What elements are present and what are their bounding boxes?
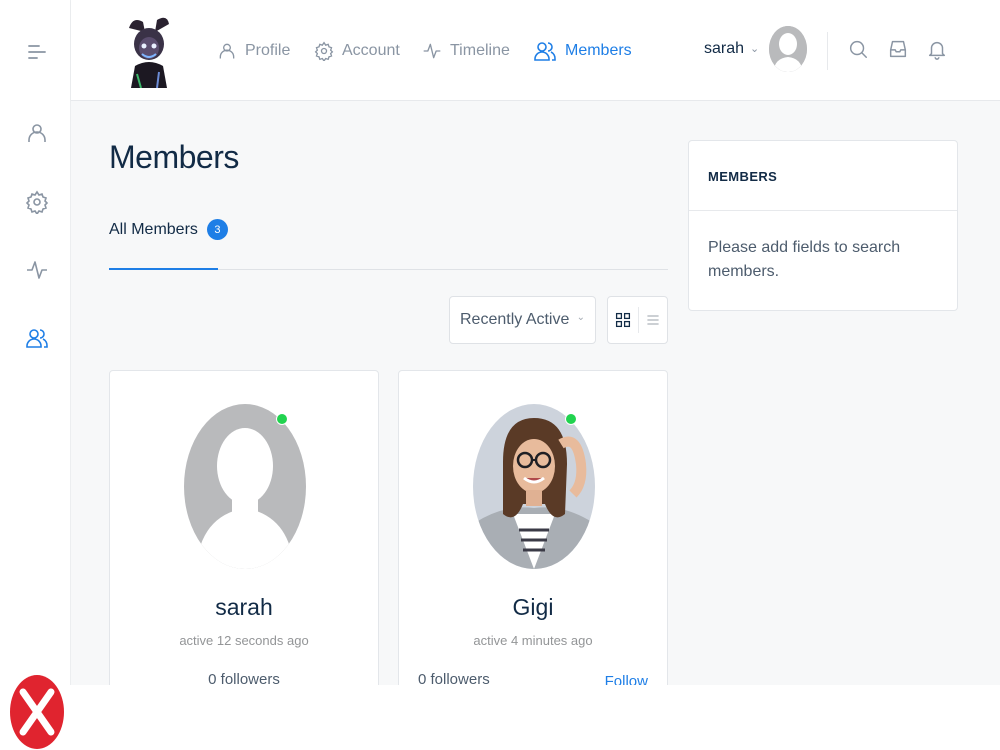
- user-menu-name[interactable]: sarah: [704, 40, 744, 58]
- view-toggle: [607, 296, 668, 344]
- timeline-icon[interactable]: [22, 255, 52, 285]
- bottom-band: [0, 685, 1000, 750]
- member-followers: 0 followers: [208, 671, 280, 685]
- widget-divider: [689, 210, 957, 211]
- header-divider: [827, 32, 828, 70]
- bell-icon[interactable]: [926, 38, 948, 60]
- nav-account[interactable]: Account: [314, 36, 400, 66]
- member-last-active: active 12 seconds ago: [179, 633, 309, 648]
- nav-profile-label: Profile: [245, 42, 291, 59]
- follow-button[interactable]: Follow: [605, 673, 648, 685]
- menu-toggle-icon[interactable]: [22, 37, 52, 67]
- members-icon[interactable]: [22, 323, 52, 353]
- widget-title: MEMBERS: [708, 169, 778, 184]
- close-icon[interactable]: [9, 674, 65, 750]
- widget-message: Please add fields to search members.: [708, 239, 901, 280]
- profile-icon[interactable]: [22, 118, 52, 148]
- member-name[interactable]: Gigi: [399, 594, 667, 621]
- account-icon[interactable]: [22, 187, 52, 217]
- inbox-icon[interactable]: [887, 38, 909, 60]
- member-card: Gigi active 4 minutes ago 0 followers Fo…: [398, 370, 668, 685]
- list-view-icon[interactable]: [642, 309, 664, 331]
- online-status-dot: [565, 413, 577, 425]
- online-status-dot: [276, 413, 288, 425]
- user-avatar[interactable]: [769, 26, 807, 72]
- nav-members[interactable]: Members: [533, 36, 632, 66]
- view-toggle-divider: [638, 307, 639, 333]
- members-search-widget: MEMBERS Please add fields to search memb…: [688, 140, 958, 311]
- user-icon: [219, 43, 235, 59]
- left-rail: [0, 0, 71, 685]
- chevron-down-icon: ⌄: [576, 312, 585, 323]
- member-name[interactable]: sarah: [110, 594, 378, 621]
- nav-profile[interactable]: Profile: [217, 36, 290, 66]
- search-icon[interactable]: [847, 38, 869, 60]
- gear-icon: [314, 41, 334, 61]
- member-avatar[interactable]: [184, 404, 306, 569]
- count-badge: 3: [206, 219, 228, 240]
- nav-timeline-label: Timeline: [450, 42, 510, 59]
- main-content: Members All Members 3 Recently Active ⌄ …: [71, 101, 1000, 685]
- member-avatar[interactable]: [473, 404, 595, 569]
- nav-timeline[interactable]: Timeline: [422, 36, 510, 66]
- site-logo[interactable]: [123, 14, 175, 89]
- chevron-down-icon[interactable]: ⌄: [750, 42, 759, 55]
- tab-label: All Members: [109, 220, 198, 238]
- tab-all-members[interactable]: All Members 3: [109, 219, 228, 240]
- active-tab-indicator: [109, 268, 218, 270]
- users-icon: [534, 42, 556, 61]
- activity-icon: [423, 43, 441, 59]
- sort-select-value: Recently Active: [460, 311, 570, 328]
- sort-select[interactable]: Recently Active ⌄: [449, 296, 596, 344]
- nav-account-label: Account: [342, 42, 400, 59]
- grid-view-icon[interactable]: [612, 309, 634, 331]
- nav-members-label: Members: [565, 42, 632, 59]
- member-last-active: active 4 minutes ago: [473, 633, 593, 648]
- top-header: Profile Account Timeline Members sarah ⌄: [71, 0, 1000, 101]
- member-card: sarah active 12 seconds ago 0 followers: [109, 370, 379, 685]
- member-followers: 0 followers: [418, 671, 490, 685]
- page-title: Members: [109, 139, 239, 175]
